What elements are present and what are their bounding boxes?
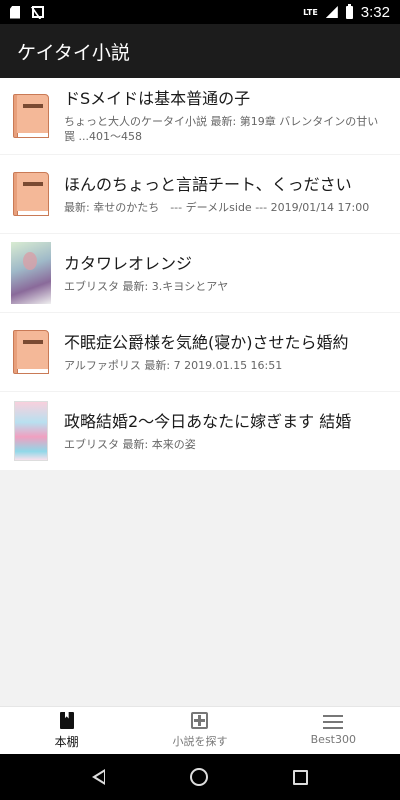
clock: 3:32	[360, 3, 390, 21]
book-thumbnail	[10, 242, 52, 304]
nav-bookshelf[interactable]: 本棚	[0, 707, 133, 754]
status-bar: LTE 3:32	[0, 0, 400, 24]
add-box-icon	[191, 712, 209, 729]
book-list: ドSメイドは基本普通の子 ちょっと大人のケータイ小説 最新: 第19章 バレンタ…	[0, 78, 400, 471]
book-item[interactable]: カタワレオレンジ エブリスタ 最新: 3.キヨシとアヤ	[0, 234, 400, 312]
signal-icon	[325, 6, 338, 18]
nav-best300[interactable]: Best300	[267, 707, 400, 754]
book-icon	[13, 94, 49, 138]
book-meta: ちょっと大人のケータイ小説 最新: 第19章 バレンタインの甘い罠 ...401…	[64, 115, 379, 143]
bookshelf-icon	[59, 711, 74, 729]
back-icon[interactable]	[92, 769, 106, 785]
book-item[interactable]: ほんのちょっと言語チート、くっださい 最新: 幸せのかたち --- デーメルsi…	[0, 155, 400, 233]
cover-image	[14, 401, 48, 461]
book-icon	[13, 172, 49, 216]
network-type: LTE	[303, 7, 318, 17]
recents-icon[interactable]	[292, 769, 308, 785]
book-thumbnail	[10, 321, 52, 383]
book-meta: エブリスタ 最新: 本来の姿	[64, 437, 196, 451]
book-meta: 最新: 幸せのかたち --- デーメルside --- 2019/01/14 1…	[64, 200, 370, 214]
book-title: ドSメイドは基本普通の子	[64, 89, 251, 108]
book-item[interactable]: 不眠症公爵様を気絶(寝か)させたら婚約 アルファポリス 最新: 7 2019.0…	[0, 313, 400, 391]
home-icon[interactable]	[189, 768, 208, 786]
nav-label: Best300	[310, 733, 356, 746]
battery-icon	[345, 3, 353, 19]
bottom-nav: 本棚 小説を探す Best300	[0, 706, 400, 754]
book-thumbnail	[10, 85, 52, 147]
system-nav-bar	[0, 754, 400, 800]
nav-search-novels[interactable]: 小説を探す	[133, 707, 266, 754]
book-thumbnail	[10, 163, 52, 225]
book-meta: アルファポリス 最新: 7 2019.01.15 16:51	[64, 358, 283, 372]
n-icon	[32, 6, 44, 18]
app-bar: ケイタイ小説	[0, 24, 400, 78]
cover-image	[11, 242, 51, 304]
book-item[interactable]: ドSメイドは基本普通の子 ちょっと大人のケータイ小説 最新: 第19章 バレンタ…	[0, 78, 400, 154]
book-thumbnail	[10, 400, 52, 462]
book-title: ほんのちょっと言語チート、くっださい	[64, 174, 352, 194]
book-meta: エブリスタ 最新: 3.キヨシとアヤ	[64, 279, 229, 293]
menu-icon	[323, 715, 344, 729]
sd-card-icon	[10, 5, 20, 19]
book-item[interactable]: 政略結婚2〜今日あなたに嫁ぎます 結婚 エブリスタ 最新: 本来の姿	[0, 392, 400, 470]
app-title: ケイタイ小説	[17, 41, 130, 64]
book-title: カタワレオレンジ	[64, 253, 193, 273]
book-title: 不眠症公爵様を気絶(寝か)させたら婚約	[64, 332, 349, 352]
nav-label: 本棚	[54, 734, 79, 749]
nav-label: 小説を探す	[172, 735, 228, 748]
book-title: 政略結婚2〜今日あなたに嫁ぎます 結婚	[64, 411, 352, 431]
book-icon	[13, 330, 49, 374]
